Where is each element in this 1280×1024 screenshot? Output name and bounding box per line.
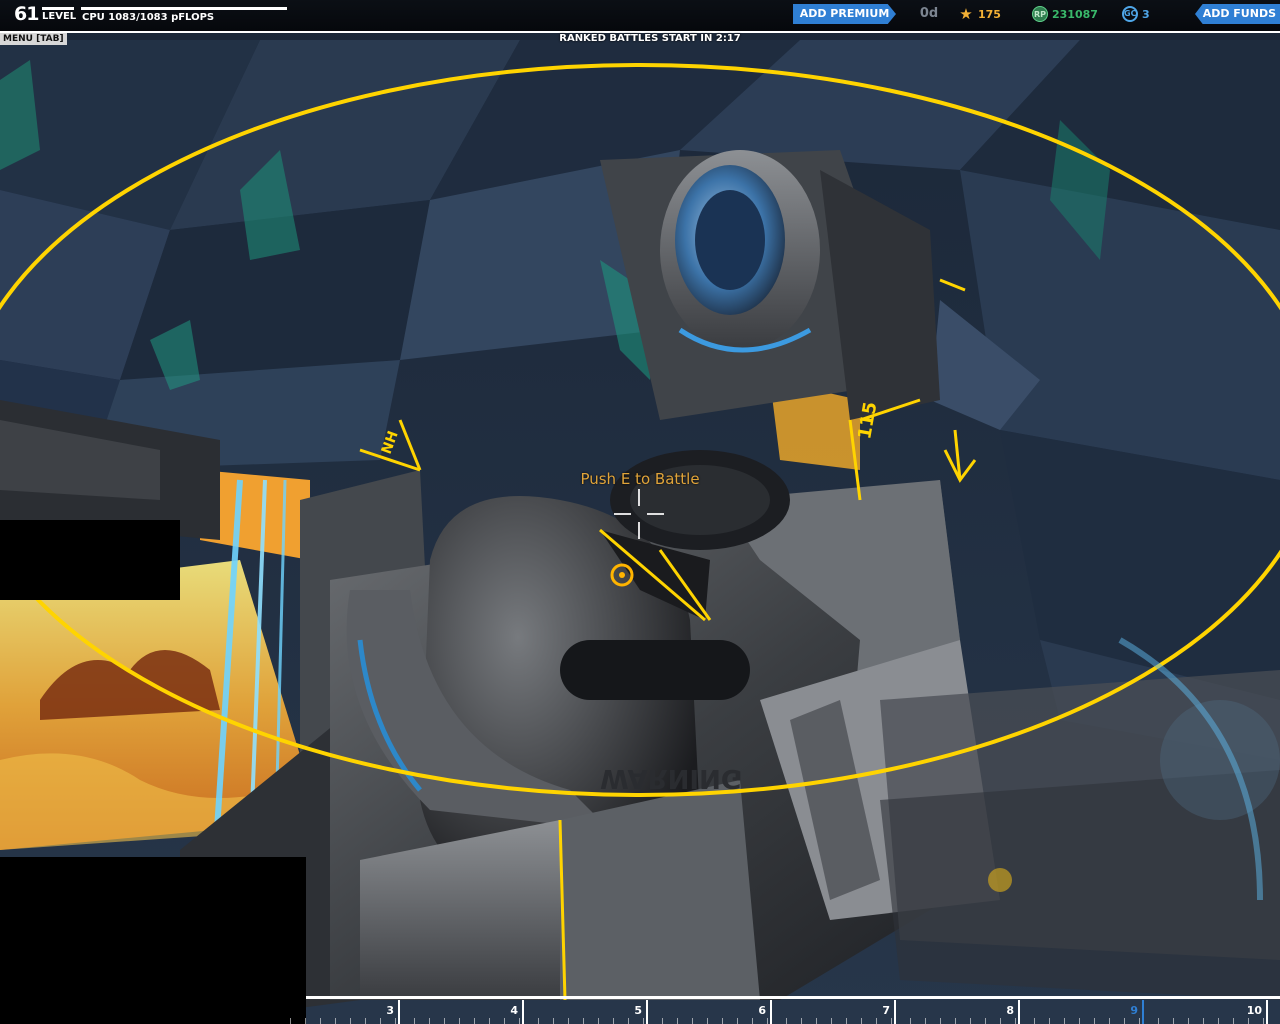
hotbar-slot-8[interactable]: 8 — [896, 1000, 1020, 1024]
galaxy-credits-icon: GC — [1122, 6, 1138, 22]
robits-coin-icon: RP — [1032, 6, 1048, 22]
slot-ticks — [1144, 1018, 1266, 1024]
hotbar-slot-number: 10 — [1246, 1004, 1262, 1017]
galaxy-credits-value: 3 — [1142, 7, 1150, 21]
top-hud-bar: 61 LEVEL CPU 1083/1083 pFLOPS ADD PREMIU… — [0, 0, 1280, 33]
robits-value: 231087 — [1052, 7, 1098, 21]
hotbar-slot-number: 5 — [634, 1004, 642, 1017]
crosshair-icon — [614, 489, 664, 539]
hotbar-slot-7[interactable]: 7 — [772, 1000, 896, 1024]
hotbar-slot-9[interactable]: 9 — [1020, 1000, 1144, 1024]
hotbar-slot-number: 3 — [386, 1004, 394, 1017]
slot-ticks — [400, 1018, 522, 1024]
hotbar-slot-number: 7 — [882, 1004, 890, 1017]
robits-counter: RP 231087 — [1032, 5, 1098, 23]
cpu-usage-bar — [81, 7, 287, 10]
slot-ticks — [772, 1018, 894, 1024]
hotbar-slot-5[interactable]: 5 — [524, 1000, 648, 1024]
level-label: LEVEL — [42, 11, 77, 22]
svg-text:WARNING: WARNING — [600, 763, 742, 793]
slot-ticks — [276, 1018, 398, 1024]
hotbar-slot-6[interactable]: 6 — [648, 1000, 772, 1024]
hotbar-slot-number: 9 — [1130, 1004, 1138, 1017]
player-level: 61 — [14, 3, 39, 25]
add-premium-button[interactable]: ADD PREMIUM — [793, 4, 896, 24]
level-progress-bar — [42, 7, 74, 10]
menu-button[interactable]: MENU [TAB] — [0, 33, 67, 45]
slot-ticks — [896, 1018, 1018, 1024]
hotbar-slot-number: 6 — [758, 1004, 766, 1017]
slot-ticks — [1020, 1018, 1142, 1024]
add-funds-button[interactable]: ADD FUNDS — [1195, 4, 1280, 24]
hotbar-line — [306, 996, 1280, 999]
star-icon: ★ — [959, 5, 973, 23]
ranked-battles-countdown: RANKED BATTLES START IN 2:17 — [559, 33, 741, 44]
block-hotbar: 3 4 5 6 7 8 9 10 — [276, 994, 1280, 1024]
slot-ticks — [524, 1018, 646, 1024]
occlusion-block — [0, 857, 306, 1024]
hotbar-slot-10[interactable]: 10 — [1144, 1000, 1268, 1024]
slot-ticks — [648, 1018, 770, 1024]
robot-points-value: 175 — [978, 7, 1001, 21]
galaxy-credits-counter: GC 3 — [1122, 5, 1150, 23]
hotbar-slot-number: 8 — [1006, 1004, 1014, 1017]
cpu-usage-fill — [81, 7, 287, 10]
premium-days-remaining: 0d — [919, 6, 939, 21]
battle-prompt: Push E to Battle — [580, 470, 700, 488]
hotbar-slot-number: 4 — [510, 1004, 518, 1017]
cpu-readout: CPU 1083/1083 pFLOPS — [82, 12, 215, 23]
occlusion-block — [0, 520, 180, 600]
robot-points-counter: ★ 175 — [958, 5, 1001, 23]
hotbar-slot-4[interactable]: 4 — [400, 1000, 524, 1024]
hotbar-slot-3[interactable]: 3 — [276, 1000, 400, 1024]
